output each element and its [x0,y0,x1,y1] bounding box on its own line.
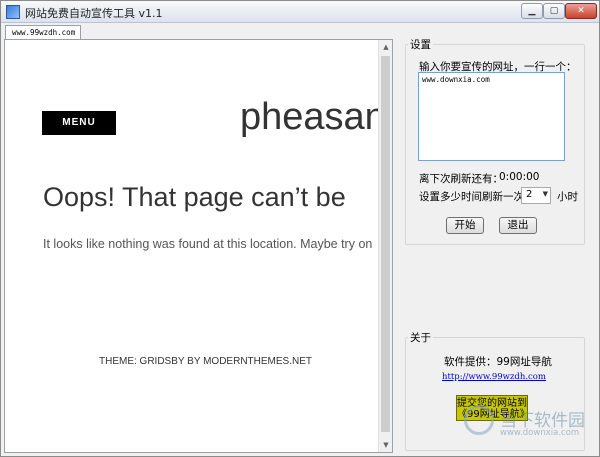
maximize-button[interactable]: ▢ [543,3,565,19]
next-refresh-label: 离下次刷新还有： [419,173,503,185]
browser-panel: MENU pheasan Oops! That page can’t be It… [4,39,393,453]
site-menu-button[interactable]: MENU [42,111,116,135]
site-title[interactable]: pheasan [240,96,378,139]
vertical-scrollbar[interactable]: ▲ ▼ [378,40,392,452]
about-group-title: 关于 [408,330,433,345]
settings-group-title: 设置 [408,37,433,52]
close-button[interactable]: ✕ [565,3,597,19]
interval-select-value: 2 [526,189,533,200]
page-heading: Oops! That page can’t be [43,182,346,212]
website-link[interactable]: http://www.99wzdh.com [442,372,546,382]
minimize-button[interactable]: ▁ [521,3,543,19]
watermark: 当下软件园 www.downxia.com [464,405,596,449]
page-paragraph: It looks like nothing was found at this … [43,237,373,251]
interval-select[interactable]: 2 ▼ [521,187,551,204]
provider-label: 软件提供：99网址导航 [444,356,552,368]
tab-99wzdh[interactable]: www.99wzdh.com [5,25,81,40]
window-title: 网站免费自动宣传工具 v1.1 [25,7,163,20]
app-window: 网站免费自动宣传工具 v1.1 ▁ ▢ ✕ www.99wzdh.com MEN… [0,0,600,457]
interval-label: 设置多少时间刷新一次： [419,191,535,203]
scroll-thumb[interactable] [381,56,390,432]
chevron-down-icon[interactable]: ▼ [543,190,548,198]
interval-unit-label: 小时 [557,191,578,203]
watermark-logo-icon [464,405,494,435]
start-button[interactable]: 开始 [446,217,484,234]
scroll-up-arrow-icon[interactable]: ▲ [379,40,393,54]
title-bar[interactable]: 网站免费自动宣传工具 v1.1 ▁ ▢ ✕ [1,1,599,23]
url-list-input[interactable] [418,72,565,161]
footer-theme-credit[interactable]: THEME: GRIDSBY BY MODERNTHEMES.NET [99,356,312,367]
scroll-down-arrow-icon[interactable]: ▼ [379,438,393,452]
app-icon [6,5,20,19]
web-viewport[interactable]: MENU pheasan Oops! That page can’t be It… [5,40,378,452]
next-refresh-countdown: 0:00:00 [499,171,540,183]
watermark-url: www.downxia.com [500,428,580,438]
exit-button[interactable]: 退出 [499,217,537,234]
